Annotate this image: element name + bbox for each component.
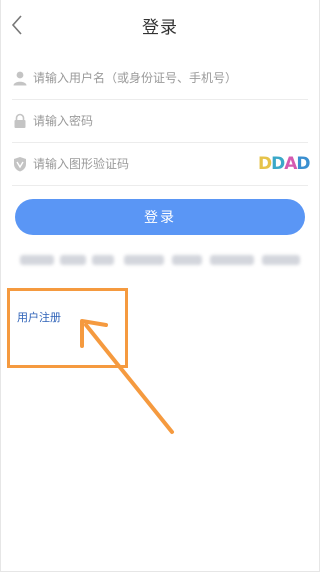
login-button[interactable]: 登录 [15, 199, 305, 235]
password-input[interactable] [33, 109, 253, 133]
page-title: 登录 [142, 18, 178, 38]
header: 登录 [0, 0, 320, 52]
lock-icon [12, 113, 28, 129]
captcha-char: D [296, 154, 310, 174]
captcha-input[interactable] [33, 152, 253, 176]
blurred-links-row [20, 251, 300, 269]
user-icon [12, 70, 28, 86]
captcha-char: D [258, 154, 272, 174]
username-input[interactable] [33, 66, 253, 90]
captcha-image[interactable]: D D A D [258, 152, 311, 176]
captcha-char: D [271, 154, 285, 174]
shield-v-icon [12, 156, 28, 172]
username-field-row [12, 58, 308, 100]
captcha-field-row: D D A D [12, 144, 311, 186]
annotation-highlight-box [7, 288, 128, 368]
password-field-row [12, 101, 308, 143]
captcha-char: A [284, 154, 297, 174]
